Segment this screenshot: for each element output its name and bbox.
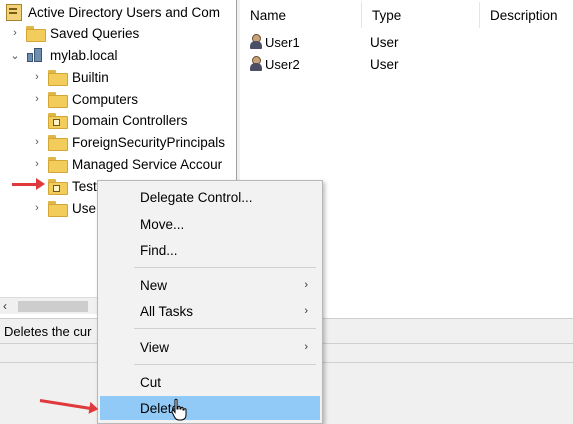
tree-item-label: mylab.local xyxy=(50,47,118,63)
menu-item-label: Delegate Control... xyxy=(140,189,253,205)
folder-icon xyxy=(48,157,68,173)
folder-icon xyxy=(48,92,68,108)
column-header-description[interactable]: Description xyxy=(480,2,573,28)
tree-item-foreign-security-principals[interactable]: › ForeignSecurityPrincipals xyxy=(30,131,225,153)
column-header-type[interactable]: Type xyxy=(362,2,480,28)
tree-item-managed-service-accounts[interactable]: › Managed Service Accour xyxy=(30,153,222,175)
tree-item-mylab-local[interactable]: ⌄ mylab.local xyxy=(8,44,118,66)
menu-item-cut[interactable]: Cut xyxy=(100,370,320,394)
annotation-arrow-test-ou xyxy=(12,178,45,190)
menu-item-new[interactable]: New › xyxy=(100,273,320,297)
chevron-right-icon[interactable]: › xyxy=(30,201,44,215)
ou-folder-icon xyxy=(48,179,68,195)
menu-item-label: All Tasks xyxy=(140,303,194,319)
list-item-type: User xyxy=(370,34,399,50)
menu-item-label: New xyxy=(140,277,168,293)
submenu-arrow-icon: › xyxy=(304,279,308,291)
tree-item-builtin[interactable]: › Builtin xyxy=(30,66,109,88)
menu-item-all-tasks[interactable]: All Tasks › xyxy=(100,299,320,323)
tree-item-saved-queries[interactable]: › Saved Queries xyxy=(8,22,139,44)
active-directory-icon xyxy=(6,4,22,21)
chevron-right-icon[interactable]: › xyxy=(30,157,44,171)
menu-item-label: Move... xyxy=(140,216,185,232)
folder-icon xyxy=(48,70,68,86)
menu-item-label: Find... xyxy=(140,242,178,258)
list-item[interactable]: User2 User xyxy=(240,53,573,75)
chevron-right-icon[interactable]: › xyxy=(8,26,22,40)
chevron-right-icon[interactable]: › xyxy=(30,70,44,84)
context-menu: Delegate Control... Move... Find... New … xyxy=(97,180,323,424)
folder-icon xyxy=(26,26,46,42)
scroll-left-arrow-icon[interactable]: ‹ xyxy=(3,299,7,313)
menu-item-move[interactable]: Move... xyxy=(100,212,320,236)
menu-separator xyxy=(134,364,316,365)
tree-item-label: ForeignSecurityPrincipals xyxy=(72,134,226,150)
folder-icon xyxy=(48,135,68,151)
menu-separator xyxy=(134,328,316,329)
menu-item-view[interactable]: View › xyxy=(100,335,320,359)
scrollbar-thumb[interactable] xyxy=(18,301,88,312)
tree-item-label: Builtin xyxy=(72,69,109,85)
domain-icon xyxy=(26,47,44,63)
tree-item-label: Computers xyxy=(72,91,139,107)
menu-item-delegate-control[interactable]: Delegate Control... xyxy=(100,185,320,209)
chevron-down-icon[interactable]: ⌄ xyxy=(8,48,22,62)
tree-root-label: Active Directory Users and Com xyxy=(28,4,221,20)
list-item-type: User xyxy=(370,56,399,72)
tree-item-domain-controllers[interactable]: Domain Controllers xyxy=(44,109,188,131)
folder-icon xyxy=(48,201,68,217)
tree-item-label: Use xyxy=(72,200,97,216)
ou-folder-icon xyxy=(48,113,68,129)
mouse-cursor-icon xyxy=(171,398,187,421)
tree-item-computers[interactable]: › Computers xyxy=(30,88,138,110)
status-text: Deletes the cur xyxy=(4,323,92,339)
tree-item-label: Managed Service Accour xyxy=(72,156,223,172)
chevron-right-icon[interactable]: › xyxy=(30,135,44,149)
tree-item-label: Saved Queries xyxy=(50,25,140,41)
user-icon xyxy=(249,56,263,72)
tree-item-label: Domain Controllers xyxy=(72,112,188,128)
menu-item-label: View xyxy=(140,339,170,355)
tree-item-users[interactable]: › Use xyxy=(30,197,96,219)
user-icon xyxy=(249,34,263,50)
list-item-name: User2 xyxy=(265,56,300,72)
column-header-name[interactable]: Name xyxy=(240,2,362,28)
menu-separator xyxy=(134,267,316,268)
submenu-arrow-icon: › xyxy=(304,341,308,353)
list-item[interactable]: User1 User xyxy=(240,31,573,53)
menu-item-delete[interactable]: Delete xyxy=(100,396,320,420)
menu-item-find[interactable]: Find... xyxy=(100,238,320,262)
submenu-arrow-icon: › xyxy=(304,305,308,317)
chevron-right-icon[interactable]: › xyxy=(30,92,44,106)
menu-item-label: Cut xyxy=(140,374,162,390)
tree-root[interactable]: Active Directory Users and Com xyxy=(2,1,220,23)
list-item-name: User1 xyxy=(265,34,300,50)
